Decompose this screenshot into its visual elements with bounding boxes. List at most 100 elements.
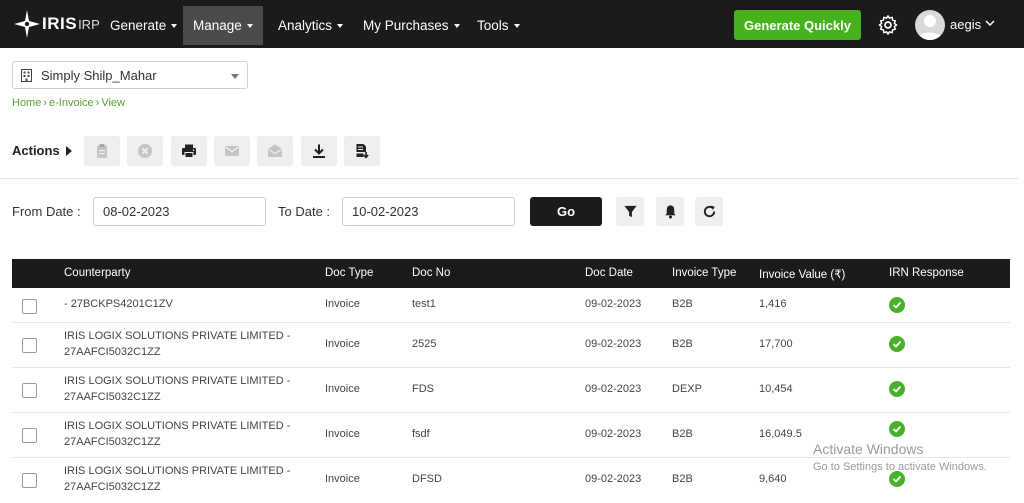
counterparty-cell: IRIS LOGIX SOLUTIONS PRIVATE LIMITED -: [64, 330, 291, 342]
doc-no-cell: test1: [412, 298, 436, 310]
doc-type-cell: Invoice: [325, 298, 360, 310]
chevron-down-icon: [453, 23, 460, 28]
doc-no-cell: DFSD: [412, 473, 442, 485]
filter-button[interactable]: [616, 197, 644, 226]
breadcrumb-separator: ›: [43, 97, 48, 109]
inbox-mail-icon: [268, 144, 282, 157]
company-select-value: Simply Shilp_Mahar: [41, 67, 157, 83]
actions-label: Actions: [12, 143, 60, 158]
close-circle-icon: [138, 144, 152, 158]
watermark-subtitle: Go to Settings to activate Windows.: [813, 461, 987, 473]
counterparty-gstin: 27AAFCI5032C1ZZ: [64, 481, 161, 493]
caret-right-icon: [65, 145, 72, 156]
nav-manage-label: Manage: [193, 18, 242, 33]
invoice-type-cell: B2B: [672, 338, 693, 350]
actions-toggle[interactable]: Actions: [12, 143, 72, 158]
export-document-button[interactable]: [344, 136, 380, 166]
counterparty-cell: IRIS LOGIX SOLUTIONS PRIVATE LIMITED -: [64, 420, 291, 432]
counterparty-cell: - 27BCKPS4201C1ZV: [64, 298, 173, 310]
row-checkbox[interactable]: [22, 383, 37, 398]
invoice-type-cell: B2B: [672, 298, 693, 310]
brand-logo[interactable]: IRIS IRP: [14, 9, 100, 39]
invoice-value-cell: 9,640: [759, 473, 787, 485]
chevron-down-icon[interactable]: [985, 17, 995, 29]
row-checkbox[interactable]: [22, 338, 37, 353]
logo-star-icon: [14, 10, 40, 38]
invoice-value-cell: 17,700: [759, 338, 793, 350]
company-select[interactable]: Simply Shilp_Mahar: [12, 61, 248, 89]
nav-tools[interactable]: Tools: [467, 6, 530, 45]
refresh-icon: [703, 205, 715, 218]
counterparty-cell: IRIS LOGIX SOLUTIONS PRIVATE LIMITED -: [64, 465, 291, 477]
chevron-down-icon: [231, 74, 239, 79]
nav-tools-label: Tools: [477, 18, 509, 33]
email-button[interactable]: [214, 136, 250, 166]
row-checkbox[interactable]: [22, 428, 37, 443]
col-counterparty[interactable]: Counterparty: [64, 267, 130, 279]
doc-no-cell: FDS: [412, 383, 434, 395]
user-name[interactable]: aegis: [950, 17, 981, 32]
from-date-label: From Date :: [12, 204, 81, 219]
watermark-title: Activate Windows: [813, 441, 924, 457]
chevron-down-icon: [337, 23, 344, 28]
check-circle-icon[interactable]: [889, 421, 905, 437]
divider: [0, 178, 1018, 179]
counterparty-gstin: 27AAFCI5032C1ZZ: [64, 436, 161, 448]
col-doc-date[interactable]: Doc Date: [585, 267, 633, 279]
generate-quickly-button[interactable]: Generate Quickly: [734, 10, 861, 40]
nav-manage[interactable]: Manage: [183, 6, 263, 45]
col-doc-type[interactable]: Doc Type: [325, 267, 373, 279]
doc-date-cell: 09-02-2023: [585, 428, 642, 440]
document-download-icon: [356, 144, 369, 159]
refresh-button[interactable]: [695, 197, 723, 226]
counterparty-gstin: 27AAFCI5032C1ZZ: [64, 391, 161, 403]
avatar[interactable]: [915, 10, 945, 40]
breadcrumb-view: View: [101, 97, 125, 109]
invoice-value-cell: 16,049.5: [759, 428, 802, 440]
counterparty-gstin: 27AAFCI5032C1ZZ: [64, 346, 161, 358]
nav-generate[interactable]: Generate: [100, 6, 187, 45]
row-checkbox[interactable]: [22, 473, 37, 488]
invoice-type-cell: DEXP: [672, 383, 702, 395]
invoice-type-cell: B2B: [672, 428, 693, 440]
col-invoice-value[interactable]: Invoice Value (₹): [759, 267, 845, 281]
user-icon: [918, 15, 942, 40]
notifications-button[interactable]: [656, 197, 684, 226]
clipboard-button[interactable]: [84, 136, 120, 166]
building-icon: [21, 68, 32, 82]
check-circle-icon[interactable]: [889, 381, 905, 397]
table-row[interactable]: IRIS LOGIX SOLUTIONS PRIVATE LIMITED - 2…: [12, 368, 1010, 413]
col-irn-response[interactable]: IRN Response: [889, 267, 964, 279]
breadcrumb-home[interactable]: Home: [12, 97, 41, 109]
doc-no-cell: 2525: [412, 338, 437, 350]
gear-icon[interactable]: [877, 14, 899, 36]
download-button[interactable]: [301, 136, 337, 166]
breadcrumb-einvoice[interactable]: e-Invoice: [49, 97, 94, 109]
cancel-button[interactable]: [127, 136, 163, 166]
table-row[interactable]: IRIS LOGIX SOLUTIONS PRIVATE LIMITED - 2…: [12, 323, 1010, 368]
mail-icon: [225, 146, 239, 156]
check-circle-icon[interactable]: [889, 336, 905, 352]
check-circle-icon[interactable]: [889, 471, 905, 487]
clipboard-icon: [97, 144, 107, 158]
breadcrumb-separator: ›: [95, 97, 100, 109]
inbox-button[interactable]: [257, 136, 293, 166]
top-nav: IRIS IRP Generate Manage Analytics My Pu…: [0, 0, 1024, 48]
nav-analytics[interactable]: Analytics: [268, 6, 353, 45]
print-button[interactable]: [171, 136, 207, 166]
chevron-down-icon: [513, 23, 520, 28]
doc-date-cell: 09-02-2023: [585, 383, 642, 395]
row-checkbox[interactable]: [22, 299, 37, 314]
go-button[interactable]: Go: [530, 197, 602, 226]
table-row[interactable]: - 27BCKPS4201C1ZV Invoice test1 09-02-20…: [12, 288, 1010, 323]
bell-icon: [664, 205, 676, 219]
activation-watermark: Activate Windows Go to Settings to activ…: [813, 441, 987, 473]
check-circle-icon[interactable]: [889, 297, 905, 313]
col-invoice-type[interactable]: Invoice Type: [672, 267, 736, 279]
nav-generate-label: Generate: [110, 18, 167, 33]
col-doc-no[interactable]: Doc No: [412, 267, 450, 279]
to-date-input[interactable]: 10-02-2023: [342, 197, 515, 226]
from-date-input[interactable]: 08-02-2023: [93, 197, 266, 226]
download-icon: [313, 144, 325, 158]
nav-my-purchases[interactable]: My Purchases: [353, 6, 470, 45]
